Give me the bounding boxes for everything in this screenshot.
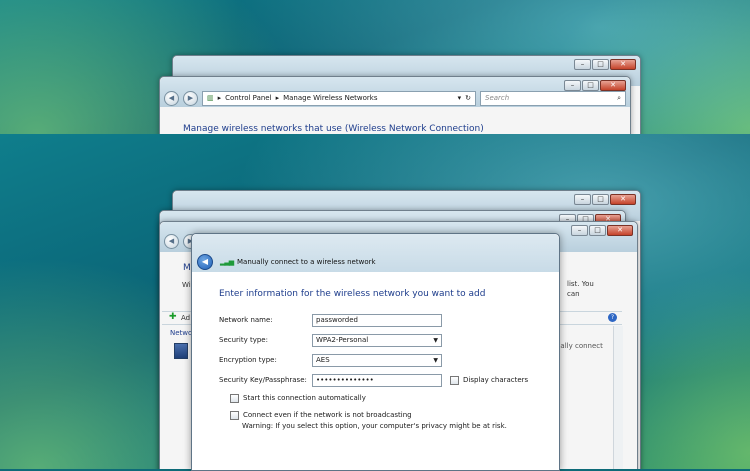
privacy-warning: Warning: If you select this option, your… bbox=[242, 422, 507, 430]
display-characters-checkbox[interactable] bbox=[450, 375, 459, 385]
breadcrumb-control-panel[interactable]: Control Panel bbox=[225, 94, 271, 102]
networks-header-fragment: Netwo bbox=[170, 329, 193, 337]
connect-hidden-option[interactable]: Connect even if the network is not broad… bbox=[230, 409, 559, 421]
encryption-type-label: Encryption type: bbox=[219, 356, 277, 364]
maximize-button[interactable]: □ bbox=[592, 194, 609, 205]
refresh-icon[interactable]: ↻ bbox=[465, 94, 471, 102]
text-fragment-connect: ually connect bbox=[556, 342, 603, 350]
security-type-label: Security type: bbox=[219, 336, 268, 344]
encryption-type-row: Encryption type: AES ▼ bbox=[219, 352, 559, 368]
help-info-icon[interactable]: ? bbox=[608, 313, 617, 322]
dialog-body: Enter information for the wireless netwo… bbox=[192, 272, 559, 430]
minimize-button[interactable]: – bbox=[574, 194, 591, 205]
control-panel-icon: ▥ bbox=[207, 94, 214, 102]
display-characters-label[interactable]: Display characters bbox=[463, 376, 528, 384]
text-fragment-list: list. You bbox=[567, 280, 594, 288]
chevron-down-icon: ▼ bbox=[433, 356, 438, 364]
manage-heading: Manage wireless networks that use (Wirel… bbox=[183, 124, 484, 134]
security-type-select[interactable]: WPA2-Personal ▼ bbox=[312, 333, 442, 347]
navigation-bar: ◀ ▶ ▥ ▸ Control Panel ▸ Manage Wireless … bbox=[164, 90, 626, 106]
manual-connect-dialog: ◀ ▂▃▅ Manually connect to a wireless net… bbox=[191, 233, 560, 471]
breadcrumb-manage-wireless[interactable]: Manage Wireless Networks bbox=[283, 94, 377, 102]
back-button[interactable]: ◀ bbox=[164, 233, 179, 249]
heading-fragment: M bbox=[183, 263, 191, 273]
search-input[interactable]: Search bbox=[485, 94, 509, 102]
security-type-row: Security type: WPA2-Personal ▼ bbox=[219, 332, 559, 348]
caption-buttons: – □ ✕ bbox=[574, 194, 636, 205]
wireless-network-icon[interactable] bbox=[174, 343, 188, 359]
dialog-heading: Enter information for the wireless netwo… bbox=[219, 289, 486, 299]
search-icon[interactable]: ⌕ bbox=[617, 94, 621, 103]
passphrase-input[interactable]: •••••••••••••• bbox=[312, 373, 442, 387]
breadcrumb-separator-icon: ▸ bbox=[217, 94, 222, 102]
text-fragment-wi: Wi bbox=[182, 281, 191, 289]
dialog-title: Manually connect to a wireless network bbox=[237, 258, 376, 266]
close-button[interactable]: ✕ bbox=[610, 59, 636, 70]
encryption-type-value: AES bbox=[316, 355, 330, 364]
dialog-header: ◀ ▂▃▅ Manually connect to a wireless net… bbox=[192, 234, 559, 272]
encryption-type-select[interactable]: AES ▼ bbox=[312, 353, 442, 367]
back-button[interactable]: ◀ bbox=[164, 90, 179, 106]
start-auto-checkbox[interactable] bbox=[230, 393, 239, 403]
display-characters-option[interactable]: Display characters bbox=[450, 375, 528, 385]
passphrase-row: Security Key/Passphrase: •••••••••••••• … bbox=[219, 372, 559, 388]
caption-buttons: – □ ✕ bbox=[574, 59, 636, 70]
network-name-input[interactable]: passworded bbox=[312, 313, 442, 327]
security-type-value: WPA2-Personal bbox=[316, 335, 369, 344]
connect-hidden-checkbox[interactable] bbox=[230, 410, 239, 420]
desktop-background-top: – □ ✕ – □ ✕ ◀ ▶ ▥ ▸ Control Panel ▸ Mana… bbox=[0, 0, 750, 134]
address-dropdown-icon[interactable]: ▾ bbox=[458, 94, 462, 102]
scrollbar[interactable] bbox=[613, 326, 623, 469]
breadcrumb-separator-icon: ▸ bbox=[275, 94, 280, 102]
toolbar-add-fragment[interactable]: Ad bbox=[181, 314, 190, 322]
network-name-label: Network name: bbox=[219, 316, 273, 324]
back-arrow-icon[interactable]: ◀ bbox=[197, 254, 213, 270]
close-button[interactable]: ✕ bbox=[610, 194, 636, 205]
forward-button[interactable]: ▶ bbox=[183, 90, 198, 106]
start-auto-option[interactable]: Start this connection automatically bbox=[230, 392, 559, 404]
maximize-button[interactable]: □ bbox=[592, 59, 609, 70]
start-auto-label[interactable]: Start this connection automatically bbox=[243, 394, 366, 402]
text-fragment-can: can bbox=[567, 290, 580, 298]
search-box[interactable]: Search ⌕ bbox=[480, 90, 626, 106]
add-icon[interactable]: ✚ bbox=[169, 312, 177, 322]
passphrase-label: Security Key/Passphrase: bbox=[219, 376, 307, 384]
signal-bars-icon: ▂▃▅ bbox=[220, 258, 234, 266]
connect-hidden-label[interactable]: Connect even if the network is not broad… bbox=[243, 411, 412, 419]
address-bar[interactable]: ▥ ▸ Control Panel ▸ Manage Wireless Netw… bbox=[202, 90, 476, 106]
minimize-button[interactable]: – bbox=[574, 59, 591, 70]
network-name-row: Network name: passworded bbox=[219, 312, 559, 328]
chevron-down-icon: ▼ bbox=[433, 336, 438, 344]
